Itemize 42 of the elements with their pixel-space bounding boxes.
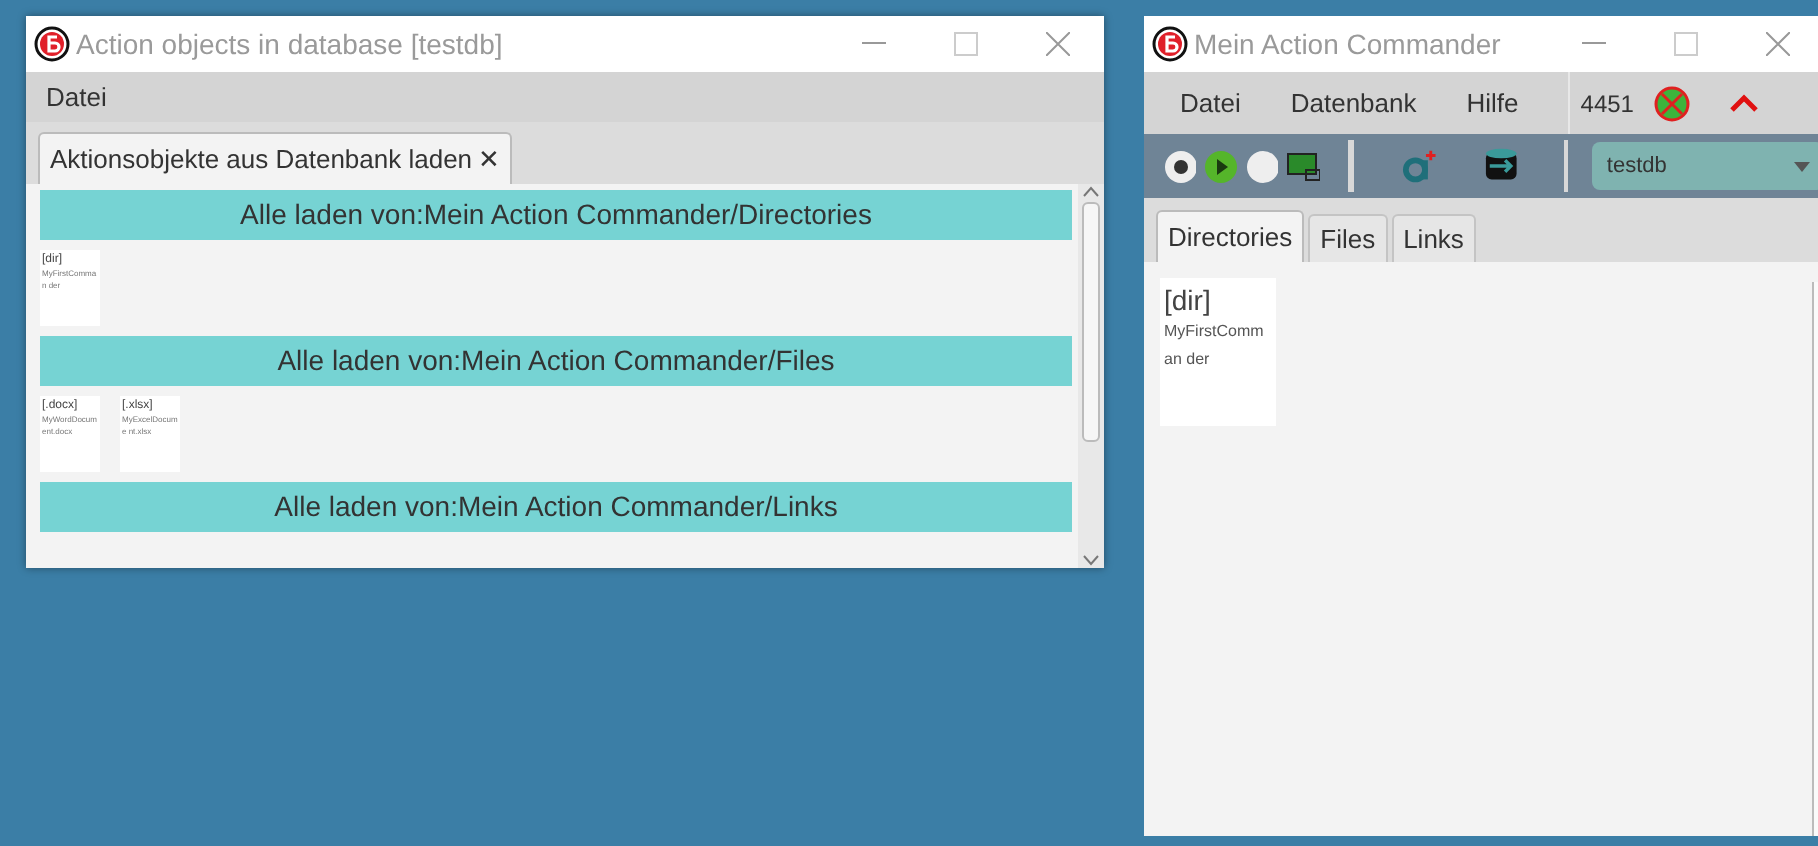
section-header[interactable]: Alle laden von:Mein Action Commander/Links: [40, 482, 1072, 532]
section-title: Alle laden von:Mein Action Commander/Directories: [240, 196, 872, 234]
menu-item[interactable]: Datenbank: [1290, 83, 1417, 123]
scroll-thumb[interactable]: [1082, 202, 1100, 442]
maximize-icon: [1674, 32, 1698, 56]
tab[interactable]: Links: [1391, 214, 1476, 262]
monitor-icon[interactable]: [1285, 151, 1321, 181]
object-type: [dir]: [1164, 282, 1213, 318]
tab[interactable]: Files: [1308, 214, 1388, 262]
section-header[interactable]: Alle laden von:Mein Action Commander/Files: [40, 336, 1072, 386]
tab-close[interactable]: ✕: [478, 139, 501, 179]
scroll-down-icon: [1082, 554, 1100, 566]
record-icon[interactable]: [1164, 149, 1197, 183]
caret-up-icon[interactable]: [1729, 94, 1758, 112]
section-title: Alle laden von:Mein Action Commander/Links: [274, 488, 838, 526]
database-select[interactable]: testdb: [1592, 142, 1818, 190]
menu-item[interactable]: Hilfe: [1466, 83, 1519, 123]
connection-status-icon[interactable]: [1653, 85, 1690, 121]
play-icon[interactable]: [1204, 149, 1238, 183]
port-number: 4451: [1580, 87, 1634, 121]
menu-item[interactable]: Datei: [46, 77, 107, 117]
tab[interactable]: Directories: [1156, 210, 1305, 262]
object-card[interactable]: [dir] MyFirstComman der: [1160, 278, 1276, 426]
scroll-up-icon: [1082, 186, 1100, 198]
menu-item[interactable]: Datei: [1180, 83, 1241, 123]
minimize-icon: [862, 42, 886, 46]
minimize-icon: [1582, 42, 1606, 46]
scrollbar[interactable]: [1078, 184, 1104, 568]
maximize-icon: [954, 32, 978, 56]
window-title: Action objects in database [testdb]: [76, 25, 503, 64]
app-logo-icon: [34, 26, 70, 62]
letter-a-plus-icon[interactable]: [1402, 148, 1437, 184]
section-title: Alle laden von:Mein Action Commander/Files: [277, 342, 835, 380]
object-name: MyFirstComman der: [1164, 320, 1266, 372]
tab-label: Aktionsobjekte aus Datenbank laden: [50, 141, 473, 178]
tab[interactable]: Aktionsobjekte aus Datenbank laden ✕: [38, 132, 513, 184]
app-logo-icon: [1152, 26, 1188, 62]
close-icon: [1766, 32, 1790, 56]
dropdown-caret-icon: [1794, 161, 1810, 171]
close-icon: [1046, 32, 1070, 56]
window-title: Mein Action Commander: [1194, 25, 1501, 63]
section-header[interactable]: Alle laden von:Mein Action Commander/Directories: [40, 190, 1072, 240]
